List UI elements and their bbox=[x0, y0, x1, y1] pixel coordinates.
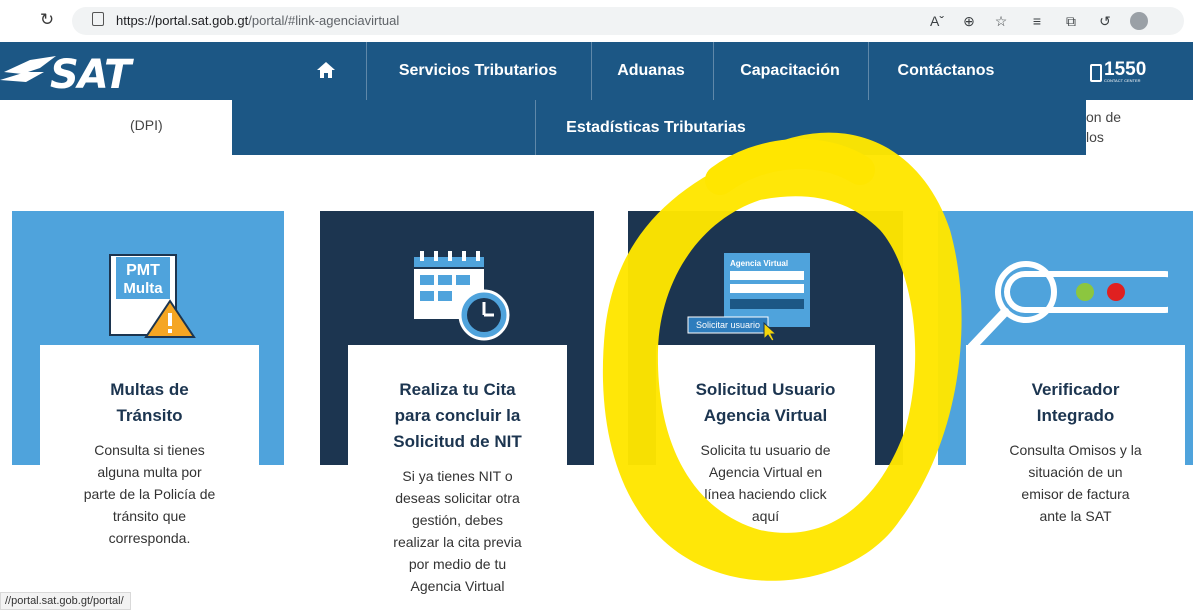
icon-button-text: Solicitar usuario bbox=[696, 320, 760, 330]
icon-text-multa: Multa bbox=[123, 280, 163, 297]
card-title: Multas de Tránsito bbox=[110, 380, 189, 425]
zoom-icon[interactable]: ⊕ bbox=[960, 12, 978, 30]
favorites-icon[interactable]: ≡ bbox=[1028, 12, 1046, 30]
icon-text-agencia: Agencia Virtual bbox=[730, 259, 788, 268]
url-text: https://portal.sat.gob.gt/portal/#link-a… bbox=[116, 13, 400, 28]
nav-contactanos[interactable]: Contáctanos bbox=[872, 42, 1020, 100]
calendar-clock-icon bbox=[412, 249, 512, 346]
card-description: Si ya tienes NIT o deseas solicitar otra g… bbox=[393, 468, 522, 594]
address-bar[interactable]: https://portal.sat.gob.gt/portal/#link-a… bbox=[72, 7, 1184, 35]
sat-logo[interactable]: SAT SUPERINTENDENCIA DE ADMINISTRACION T… bbox=[0, 50, 180, 106]
read-aloud-icon[interactable]: Aˇ bbox=[928, 12, 946, 30]
nav-aduanas[interactable]: Aduanas bbox=[596, 42, 706, 100]
fine-document-icon: PMT Multa bbox=[108, 249, 198, 344]
card-panel: Multas de Tránsito Consulta si tienes algu… bbox=[40, 345, 259, 546]
nav-servicios-tributarios[interactable]: Servicios Tributarios bbox=[377, 42, 579, 100]
contact-label: CONTACT CENTER bbox=[1104, 78, 1141, 83]
card-title: Realiza tu Cita para concluir la Solicitud… bbox=[393, 380, 522, 451]
card-title: Verificador Integrado bbox=[1031, 380, 1120, 425]
nav-divider bbox=[366, 42, 367, 100]
collections-icon[interactable]: ⧉ bbox=[1062, 12, 1080, 30]
card-description[interactable]: Solicita tu usuario de Agencia Virtual en… bbox=[656, 439, 875, 527]
submenu-dropdown: Estadísticas Tributarias bbox=[232, 100, 1086, 155]
virtual-agency-form-icon: Agencia Virtual Solicitar usuario bbox=[686, 251, 826, 348]
submenu-estadisticas-tributarias[interactable]: Estadísticas Tributarias bbox=[536, 100, 776, 155]
card-title: Solicitud Usuario Agencia Virtual bbox=[695, 380, 836, 425]
nav-divider bbox=[868, 42, 869, 100]
home-icon[interactable] bbox=[316, 60, 336, 80]
site-navbar: SAT SUPERINTENDENCIA DE ADMINISTRACION T… bbox=[0, 42, 1193, 106]
partial-text-right: on de los bbox=[1086, 109, 1122, 145]
nav-divider bbox=[591, 42, 592, 100]
logo-subtitle: SUPERINTENDENCIA DE ADMINISTRACION TRIBU… bbox=[4, 100, 161, 106]
card-description: Consulta si tienes alguna multa por parte … bbox=[83, 442, 216, 546]
card-panel: Solicitud Usuario Agencia Virtual Solicit… bbox=[656, 345, 875, 524]
refresh-icon[interactable]: ↻ bbox=[36, 9, 58, 31]
profile-avatar[interactable] bbox=[1130, 12, 1148, 30]
partial-text-left: (DPI) bbox=[130, 117, 163, 133]
card-description: Consulta Omisos y la situación de un emiso… bbox=[1009, 442, 1142, 524]
nav-divider bbox=[713, 42, 714, 100]
history-icon[interactable]: ↺ bbox=[1096, 12, 1114, 30]
logo-text: SAT bbox=[50, 52, 131, 98]
card-panel: Verificador Integrado Consulta Omisos y l… bbox=[966, 345, 1185, 524]
lock-icon bbox=[92, 12, 104, 26]
nav-capacitacion[interactable]: Capacitación bbox=[720, 42, 860, 100]
favorite-add-icon[interactable]: ☆ bbox=[992, 12, 1010, 30]
card-panel: Realiza tu Cita para concluir la Solicitud… bbox=[348, 345, 567, 608]
icon-text-pmt: PMT bbox=[126, 262, 160, 279]
phone-icon bbox=[1090, 64, 1102, 82]
status-bar-url: //portal.sat.gob.gt/portal/ bbox=[0, 592, 131, 610]
browser-toolbar: ↻ https://portal.sat.gob.gt/portal/#link… bbox=[0, 0, 1193, 42]
